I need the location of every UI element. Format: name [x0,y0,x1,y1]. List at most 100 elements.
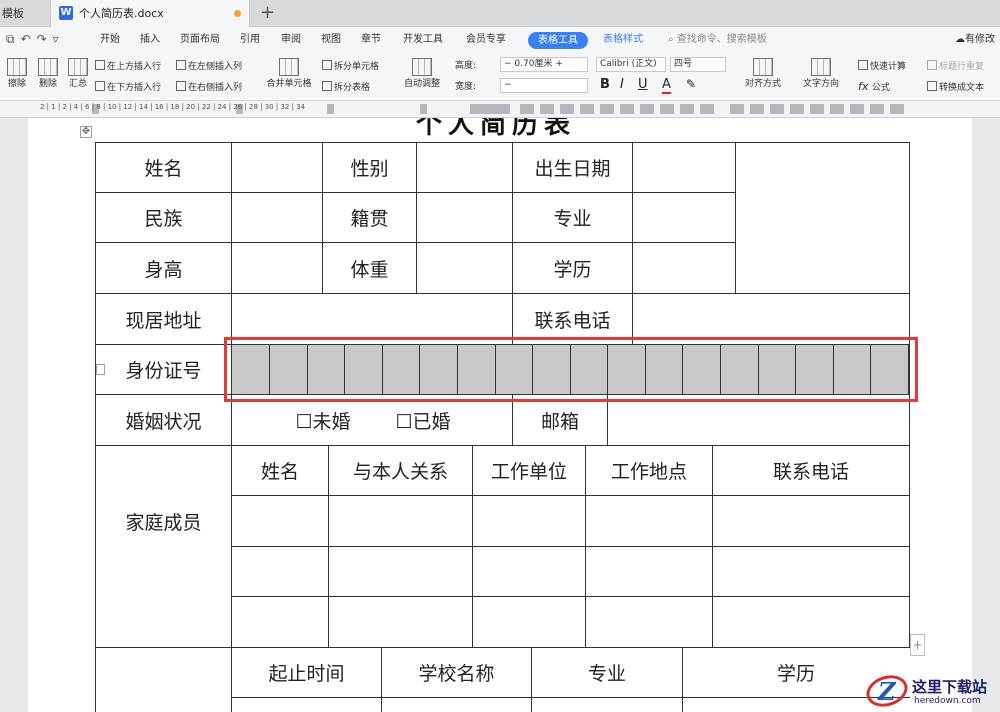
ruler-column-markers[interactable] [730,104,910,114]
tab-templates[interactable]: 模板 [0,0,48,27]
quick-calc-label: 快速计算 [870,62,907,72]
italic-button[interactable]: I [620,77,624,92]
menu-insert[interactable]: 插入 [140,27,160,53]
merge-cells-button[interactable]: 合并单元格 [262,58,316,90]
id-cells-highlight-box [224,337,918,402]
align-label: 对齐方式 [744,79,781,89]
auto-fit-button[interactable]: 自动调整 [399,58,445,90]
cloud-icon: ☁ [955,34,965,45]
font-size-select[interactable]: 四号 [670,57,726,72]
underline-button[interactable]: U [638,77,648,92]
menu-member[interactable]: 会员专享 [466,27,506,53]
auto-fit-icon [412,58,432,76]
cloud-sync-status[interactable]: ☁有修改 [955,27,995,53]
tab-table-style[interactable]: 表格样式 [603,27,643,53]
menu-home[interactable]: 开始 [100,27,120,53]
table-border [231,546,910,547]
row-height-field[interactable]: − 0.70厘米 + [500,57,588,72]
menu-view[interactable]: 视图 [321,27,341,53]
checkbox-married[interactable]: ☐已婚 [378,395,468,445]
menu-review[interactable]: 审阅 [281,27,301,53]
font-color-button[interactable]: A [662,77,671,94]
col-width-field[interactable]: − [500,78,588,93]
quick-access-icons[interactable]: ⧉↶↷▿ [6,32,65,47]
align-button[interactable]: 对齐方式 [737,58,789,90]
merge-cells-icon [279,58,299,76]
document-heading: 个人简历表 [416,118,577,140]
label-native-place: 籍贯 [350,208,389,230]
insert-row-below-button[interactable]: 在下方插入行 [95,81,161,94]
split-table-label: 拆分表格 [334,83,371,93]
delete-table-icon [38,58,58,76]
auto-fit-label: 自动调整 [403,79,440,89]
convert-text-icon [927,81,937,91]
label-email: 邮箱 [540,410,579,433]
table-border [231,495,910,496]
watermark-site-name: 这里下载站 [912,678,988,696]
new-tab-button[interactable]: + [260,0,275,26]
menu-section[interactable]: 章节 [361,27,381,53]
tab-document[interactable]: W 个人简历表.docx [50,0,250,27]
label-major: 专业 [553,208,592,230]
formula-button[interactable]: fx 公式 [858,81,890,94]
insert-row-above-button[interactable]: 在上方插入行 [95,60,161,73]
document-page[interactable]: 个人简历表 ✥ 姓名 性别 出生日期 民族 籍贯 专业 身高 体重 学历 现居地… [28,118,972,712]
label-marital-status: 婚姻状况 [125,410,202,433]
horizontal-ruler[interactable]: 2 | 1 | 2 | 4 | 6 | 8 | 10 | 12 | 14 | 1… [0,101,1000,118]
erase-button[interactable]: 擦除 [5,58,29,90]
ruler-column-marker[interactable] [470,104,510,114]
table-move-handle-icon[interactable]: ✥ [80,126,92,138]
align-icon [753,58,773,76]
table-border [231,596,910,597]
tab-bar: 模板 W 个人简历表.docx + [0,0,1000,27]
cloud-sync-label: 有修改 [965,34,995,45]
split-cells-label: 拆分单元格 [334,62,380,72]
convert-text-button[interactable]: 转换成文本 [927,81,984,94]
split-table-button[interactable]: 拆分表格 [322,81,370,94]
repeat-header-label: 标题行重复 [939,62,985,72]
ruler-column-markers[interactable] [520,104,720,114]
family-header-name: 姓名 [260,461,299,483]
ruler-column-marker[interactable] [327,104,334,114]
fx-icon: fx [858,80,872,93]
search-icon: ⌕ [668,34,674,45]
insert-row-below-label: 在下方插入行 [107,83,162,93]
insert-col-left-label: 在左侧插入列 [188,62,243,72]
ruler-column-marker[interactable] [420,104,427,114]
summary-label: 汇总 [68,79,87,89]
table-border [231,142,232,712]
checkbox-unmarried[interactable]: ☐未婚 [278,395,368,445]
table-border [416,142,417,293]
insert-col-left-button[interactable]: 在左侧插入列 [176,60,242,73]
font-name-select[interactable]: Calibri (正文) [596,57,666,72]
table-border [632,142,633,293]
text-direction-button[interactable]: 文字方向 [795,58,847,90]
tab-table-tools[interactable]: 表格工具 [528,32,588,49]
delete-button[interactable]: 删除 [34,58,62,90]
family-header-employer: 工作单位 [490,461,567,483]
split-cells-button[interactable]: 拆分单元格 [322,60,379,73]
summary-button[interactable]: 汇总 [66,58,90,90]
insert-col-right-button[interactable]: 在右侧插入列 [176,81,242,94]
highlight-icon[interactable]: ✎ [686,77,696,91]
menu-developer[interactable]: 开发工具 [403,27,443,53]
summary-icon [68,58,88,76]
col-width-label: 宽度: [455,82,477,92]
repeat-header-button[interactable]: 标题行重复 [927,60,984,73]
label-education: 学历 [553,258,592,281]
add-row-button[interactable]: + [910,634,925,656]
tab-document-title: 个人简历表.docx [79,7,164,20]
label-birth-date: 出生日期 [534,158,611,180]
table-tools-ribbon: 擦除 删除 汇总 在上方插入行 在下方插入行 在左侧插入列 在右侧插入列 合并单… [0,53,1000,101]
insert-row-below-icon [95,81,105,91]
label-name: 姓名 [144,158,183,180]
family-header-location: 工作地点 [610,461,687,483]
menu-page-layout[interactable]: 页面布局 [180,27,220,53]
command-search[interactable]: ⌕ 查找命令、搜索模板 [668,27,767,53]
bold-button[interactable]: B [600,77,610,92]
quick-calc-button[interactable]: 快速计算 [858,60,906,73]
insert-row-above-label: 在上方插入行 [107,62,162,72]
search-placeholder: 查找命令、搜索模板 [676,34,767,45]
label-gender: 性别 [350,158,389,180]
menu-references[interactable]: 引用 [240,27,260,53]
